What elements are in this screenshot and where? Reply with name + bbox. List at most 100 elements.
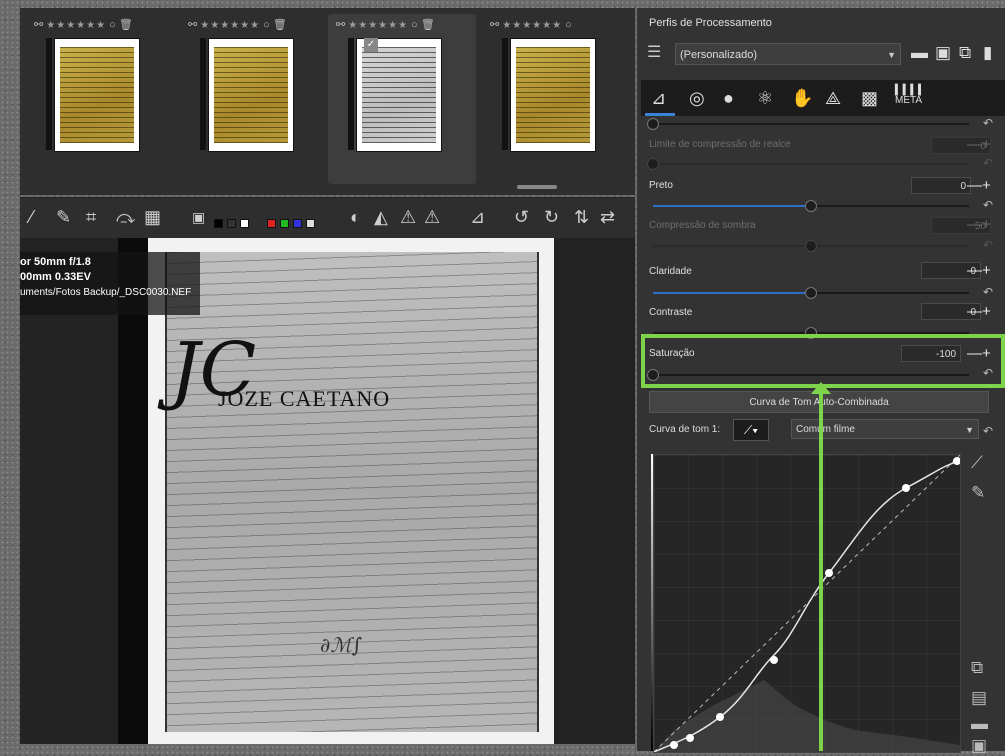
panel-title: Perfis de Processamento [649,17,772,29]
open-curve-icon[interactable]: ▬ [971,714,988,734]
thumbnail-1[interactable]: ⚯ ★★★★★★ ○ 🗑 [26,14,174,184]
warning-icon[interactable]: ⚠ [424,207,440,227]
bg-dark-swatch[interactable] [227,219,236,228]
save-icon[interactable]: ▣ [935,43,951,63]
color-tab-icon[interactable]: ● [723,88,734,108]
detail-tab-icon[interactable]: ◎ [689,88,705,108]
channel-red-swatch[interactable] [267,219,276,228]
tone-curve-graph[interactable] [654,455,960,752]
reset-icon[interactable]: ↶ [983,238,993,252]
list-icon[interactable]: ☰ [647,44,667,62]
increment-icon[interactable]: —+ [967,263,991,278]
eyedropper-icon[interactable]: ⁄ [30,207,33,227]
trash-icon[interactable]: 🗑 [119,19,133,31]
tone-curve-editor[interactable] [653,454,961,753]
rating-stars[interactable]: ★★★★★★ [200,20,260,31]
reset-icon[interactable]: ↶ [983,198,993,212]
document-title: JOZE CAETANO [218,386,391,411]
highlight-compression-threshold-label: Limite de compressão de realce [649,139,791,150]
circle-icon[interactable]: ○ [109,19,116,31]
increment-icon[interactable]: —+ [967,217,991,232]
transform-tab-icon[interactable]: ⟁ [825,88,841,108]
reset-icon[interactable]: ↶ [983,156,993,170]
thumbnail-2[interactable]: ⚯ ★★★★★★ ○ 🗑 [180,14,328,184]
document-image [165,252,539,732]
flip-icon[interactable]: ⇅ [574,207,589,227]
advanced-tab-icon[interactable]: ⚛ [757,88,773,108]
slider-knob[interactable] [647,118,659,130]
rating-stars[interactable]: ★★★★★★ [502,20,562,31]
reset-icon[interactable]: ↶ [983,116,993,130]
slider-knob[interactable] [805,287,817,299]
circle-icon[interactable]: ○ [263,19,270,31]
curve-point[interactable] [716,713,724,721]
channel-blue-swatch[interactable] [293,219,302,228]
grid-icon[interactable]: ▦ [144,207,161,227]
meta-tab-icon[interactable]: ▍▍▍▍ META [895,86,926,106]
straighten-icon[interactable]: ⤼ [116,207,135,227]
rating-stars[interactable]: ★★★★★★ [46,20,106,31]
reset-icon[interactable]: ↶ [983,285,993,299]
curve-point[interactable] [770,656,778,664]
thumb-header: ⚯ ★★★★★★ ○ [490,18,572,31]
increment-icon[interactable]: —+ [967,178,991,193]
rotate-right-icon[interactable]: ↻ [544,207,559,227]
focus-mask-icon[interactable]: ◐ [350,207,361,227]
flip-horizontal-icon[interactable]: ⇄ [600,207,615,227]
local-tab-icon[interactable]: ✋ [791,88,813,108]
slider-knob[interactable] [805,240,817,252]
thumbnail-4[interactable]: ⚯ ★★★★★★ ○ [482,14,630,184]
copy-icon[interactable]: ⧉ [959,43,971,63]
copy-curve-icon[interactable]: ⧉ [971,658,983,678]
curve-point[interactable] [902,484,910,492]
paste-curve-icon[interactable]: ▤ [971,688,987,708]
curve-point[interactable] [670,741,678,749]
clarity-label: Claridade [649,266,692,277]
white-balance-picker-icon[interactable]: ✎ [56,207,71,227]
thumbnail-3-selected[interactable]: ⚯ ★★★★★★ ○ 🗑 ✓ [328,14,476,184]
highlight-compression-threshold-track[interactable] [647,158,969,170]
shadow-compression-track[interactable] [653,240,969,252]
black-value[interactable]: 0 [911,177,971,194]
rotate-left-icon[interactable]: ↺ [514,207,529,227]
save-curve-icon[interactable]: ▣ [971,736,987,756]
trash-icon[interactable]: 🗑 [421,19,435,31]
trash-icon[interactable]: 🗑 [273,19,287,31]
curve-point[interactable] [686,734,694,742]
channel-luminance-swatch[interactable] [306,219,315,228]
profile-dropdown[interactable]: (Personalizado) ▼ [675,43,901,65]
curve-type-button[interactable]: ⟋▾ [733,419,769,441]
increment-icon[interactable]: —+ [967,137,991,152]
rating-stars[interactable]: ★★★★★★ [348,20,408,31]
bg-black-swatch[interactable] [214,219,223,228]
black-track[interactable] [653,200,969,212]
increment-icon[interactable]: —+ [967,304,991,319]
curve-point[interactable] [825,569,833,577]
channel-green-swatch[interactable] [280,219,289,228]
edit-points-icon[interactable]: ⟋ [971,453,983,473]
highlight-warning-icon[interactable]: ⚠ [400,207,416,227]
slider-knob[interactable] [647,158,659,170]
crop-icon[interactable]: ⌗ [86,207,96,227]
exposure-tab-icon[interactable]: ⊿ [651,88,666,108]
slider-knob[interactable] [805,200,817,212]
thumb-image [208,38,294,152]
editor-toolbar: ⁄ ✎ ⌗ ⤼ ▦ ▣ ◐ ◭ ⚠ ⚠ ⊿ ↺ ↻ ⇅ ⇄ [20,197,635,238]
preview-mode-icon[interactable]: ▣ [192,207,205,227]
clarity-track[interactable] [653,287,969,299]
open-folder-icon[interactable]: ▬ [911,43,928,63]
circle-icon[interactable]: ○ [565,19,572,31]
shadow-warning-icon[interactable]: ◭ [374,207,388,227]
raw-tab-icon[interactable]: ▩ [861,88,878,108]
perspective-icon[interactable]: ⊿ [470,207,485,227]
file-path: uments/Fotos Backup/_DSC0030.NEF [20,287,192,298]
bg-white-swatch[interactable] [240,219,249,228]
slider-track[interactable] [647,118,969,130]
reset-icon[interactable]: ↶ [983,424,993,438]
thumb-header: ⚯ ★★★★★★ ○ 🗑 [188,18,287,31]
paste-icon[interactable]: ▮ [983,43,992,63]
pipette-curve-icon[interactable]: ✎ [971,483,985,503]
image-preview[interactable]: JC JOZE CAETANO ∂ℳ∫ or 50mm f/1.8 00mm 0… [20,238,635,744]
filmstrip-scrollbar[interactable] [517,185,557,189]
circle-icon[interactable]: ○ [411,19,418,31]
